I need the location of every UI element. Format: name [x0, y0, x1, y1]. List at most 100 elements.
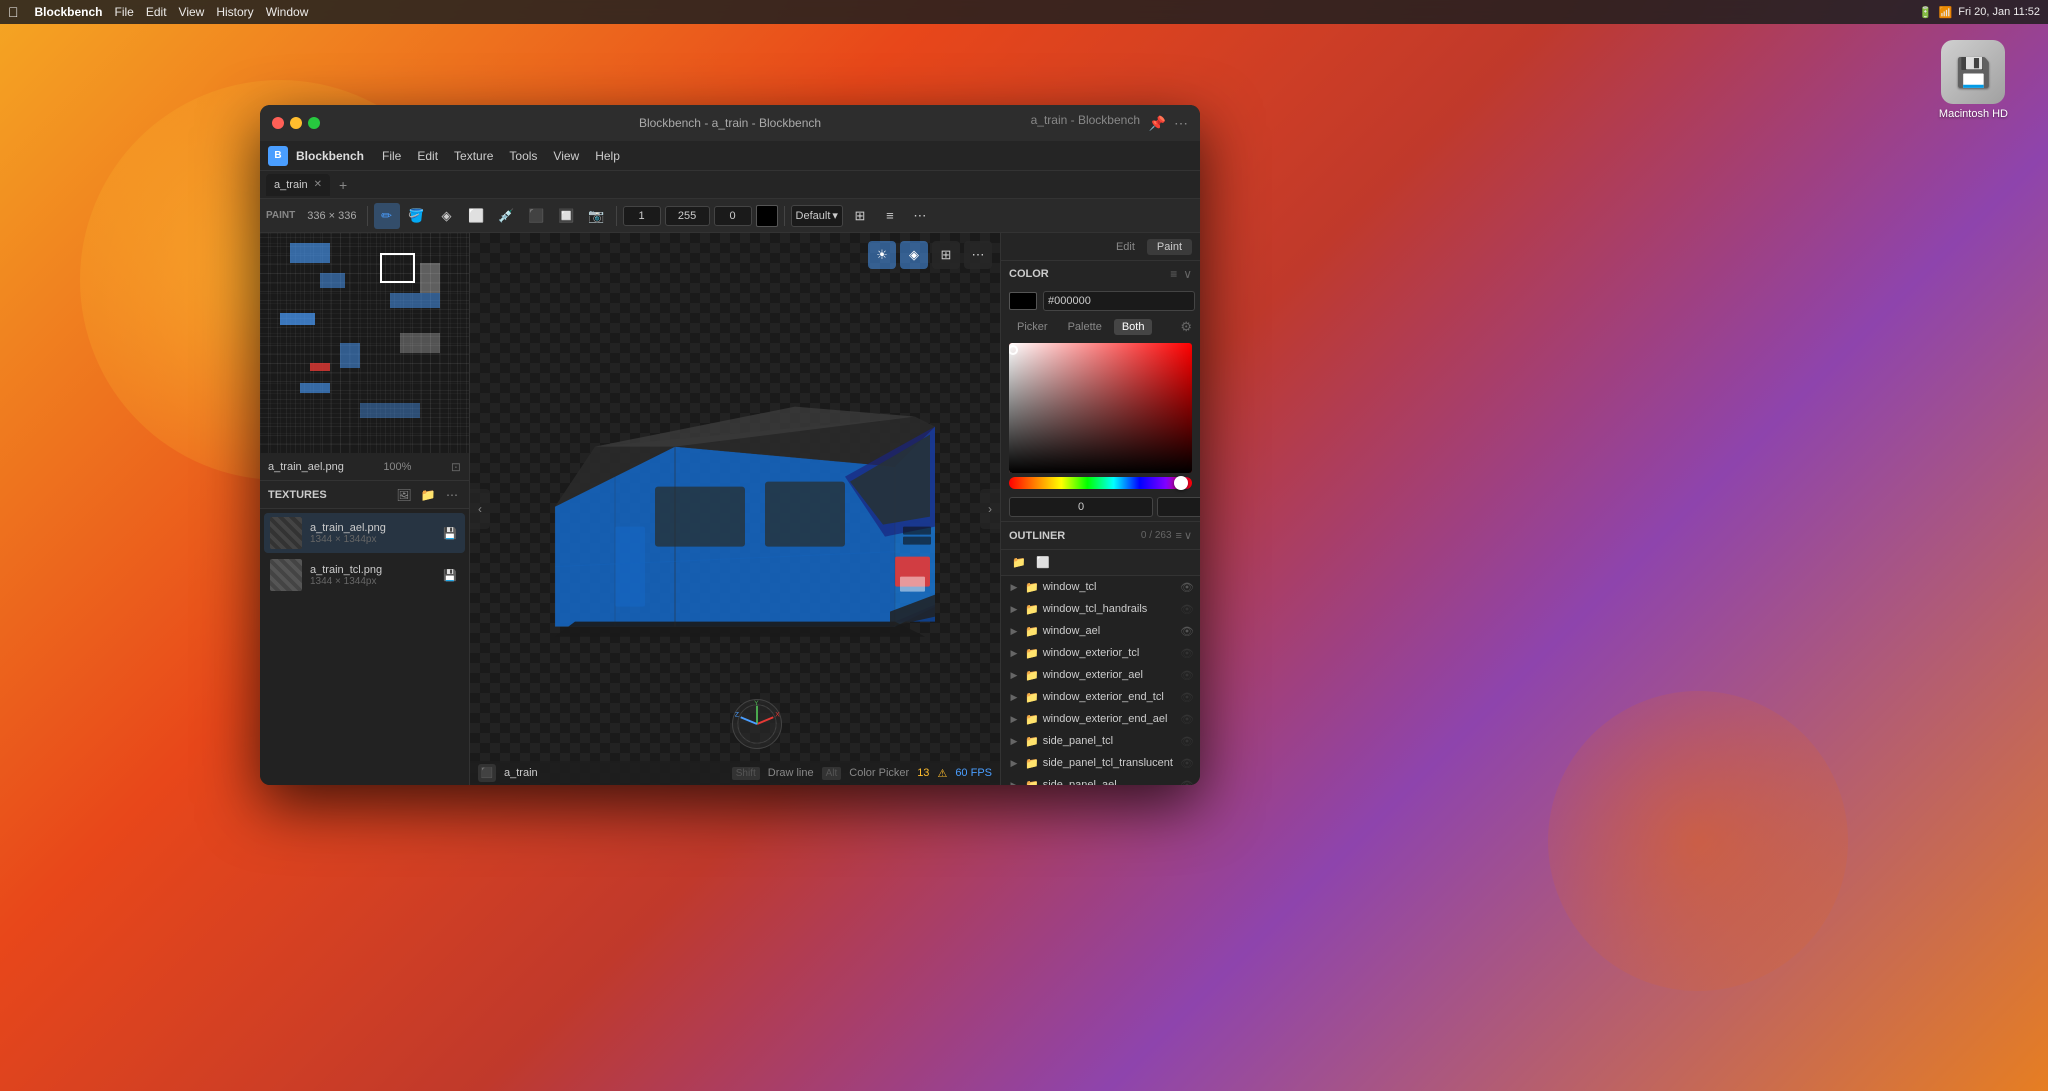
texture-action-save-0[interactable]: 💾: [441, 524, 459, 542]
app-menu-tools[interactable]: Tools: [503, 147, 543, 165]
nav-right-arrow[interactable]: ›: [980, 489, 1000, 529]
color-section-expand[interactable]: ∨: [1183, 267, 1192, 281]
value-input[interactable]: [714, 206, 752, 226]
picker-tab-picker[interactable]: Picker: [1009, 319, 1056, 335]
viewport-tool-wireframe[interactable]: ◈: [900, 241, 928, 269]
texture-fit-icon[interactable]: ⊡: [451, 460, 461, 474]
maximize-button[interactable]: [308, 117, 320, 129]
color-swatch[interactable]: [756, 205, 778, 227]
apple-menu[interactable]: : [8, 4, 19, 20]
more-icon[interactable]: ⋯: [1174, 115, 1188, 132]
expand-icon-5[interactable]: ▶: [1007, 690, 1021, 704]
minimize-button[interactable]: [290, 117, 302, 129]
menubar-history[interactable]: History: [216, 5, 253, 19]
picker-tab-both[interactable]: Both: [1114, 319, 1153, 335]
texture-item-1[interactable]: a_train_tcl.png 1344 × 1344px 💾: [264, 555, 465, 595]
texture-action-save-1[interactable]: 💾: [441, 566, 459, 584]
picker-tab-palette[interactable]: Palette: [1060, 319, 1110, 335]
pin-icon[interactable]: 📌: [1149, 115, 1166, 132]
outliner-tool-btn-cube[interactable]: ⬜: [1033, 553, 1053, 573]
outliner-eye-9[interactable]: 👁: [1180, 779, 1194, 786]
texture-canvas[interactable]: [260, 233, 469, 453]
color-hex-input[interactable]: [1043, 291, 1195, 311]
color-preview[interactable]: [1009, 292, 1037, 310]
tool-fill[interactable]: 🪣: [404, 203, 430, 229]
tool-color-picker[interactable]: 💉: [494, 203, 520, 229]
outliner-eye-1[interactable]: 👁: [1180, 603, 1194, 616]
viewport-tool-light[interactable]: ☀: [868, 241, 896, 269]
menubar-edit[interactable]: Edit: [146, 5, 167, 19]
tool-stamp[interactable]: 🔲: [554, 203, 580, 229]
texture-add-image-btn[interactable]: 🖼: [395, 486, 413, 504]
picker-settings-gear[interactable]: ⚙: [1180, 319, 1192, 335]
rgb-r-input[interactable]: [1009, 497, 1153, 517]
menubar-app-name[interactable]: Blockbench: [35, 5, 103, 19]
rgb-g-input[interactable]: [1157, 497, 1200, 517]
brush-size-input[interactable]: [623, 206, 661, 226]
expand-icon-9[interactable]: ▶: [1007, 778, 1021, 785]
menubar-view[interactable]: View: [179, 5, 205, 19]
expand-icon-7[interactable]: ▶: [1007, 734, 1021, 748]
outliner-item-0[interactable]: ▶ 📁 window_tcl 👁: [1001, 576, 1200, 598]
viewport[interactable]: ☀ ◈ ⊞ ⋯ X Y: [470, 233, 1000, 785]
tab-paint[interactable]: Paint: [1147, 239, 1192, 255]
tool-selection[interactable]: ⬛: [524, 203, 550, 229]
xyz-globe[interactable]: X Y Z: [732, 699, 782, 749]
viewport-tool-grid[interactable]: ⊞: [932, 241, 960, 269]
outliner-tool-btn-folder[interactable]: 📁: [1009, 553, 1029, 573]
hue-bar-container[interactable]: [1009, 477, 1192, 489]
tool-camera[interactable]: 📷: [584, 203, 610, 229]
expand-icon-4[interactable]: ▶: [1007, 668, 1021, 682]
outliner-menu-icon[interactable]: ≡: [1176, 530, 1182, 542]
list-view-btn[interactable]: ≡: [877, 203, 903, 229]
expand-icon-1[interactable]: ▶: [1007, 602, 1021, 616]
outliner-eye-7[interactable]: 👁: [1180, 735, 1194, 748]
grid-view-btn[interactable]: ⊞: [847, 203, 873, 229]
textures-menu-btn[interactable]: ⋯: [443, 486, 461, 504]
viewport-tool-options[interactable]: ⋯: [964, 241, 992, 269]
expand-icon-6[interactable]: ▶: [1007, 712, 1021, 726]
app-menu-texture[interactable]: Texture: [448, 147, 499, 165]
outliner-item-6[interactable]: ▶ 📁 window_exterior_end_ael 👁: [1001, 708, 1200, 730]
outliner-item-4[interactable]: ▶ 📁 window_exterior_ael 👁: [1001, 664, 1200, 686]
expand-icon-3[interactable]: ▶: [1007, 646, 1021, 660]
tab-close-btn[interactable]: ✕: [314, 179, 322, 190]
tab-edit[interactable]: Edit: [1106, 239, 1145, 255]
color-picker-gradient[interactable]: [1009, 343, 1192, 473]
outliner-eye-4[interactable]: 👁: [1180, 669, 1194, 682]
more-options-btn[interactable]: ⋯: [907, 203, 933, 229]
texture-add-btn[interactable]: 📁: [419, 486, 437, 504]
menubar-window[interactable]: Window: [266, 5, 309, 19]
outliner-eye-8[interactable]: 👁: [1180, 757, 1194, 770]
outliner-eye-0[interactable]: 👁: [1180, 581, 1194, 594]
tool-eraser[interactable]: ⬜: [464, 203, 490, 229]
expand-icon-0[interactable]: ▶: [1007, 580, 1021, 594]
close-button[interactable]: [272, 117, 284, 129]
outliner-expand-icon[interactable]: ∨: [1184, 529, 1192, 542]
texture-item-0[interactable]: a_train_ael.png 1344 × 1344px 💾: [264, 513, 465, 553]
nav-left-arrow[interactable]: ‹: [470, 489, 490, 529]
app-menu-file[interactable]: File: [376, 147, 407, 165]
outliner-item-2[interactable]: ▶ 📁 window_ael 👁: [1001, 620, 1200, 642]
expand-icon-2[interactable]: ▶: [1007, 624, 1021, 638]
tool-pencil[interactable]: ✏: [374, 203, 400, 229]
outliner-item-7[interactable]: ▶ 📁 side_panel_tcl 👁: [1001, 730, 1200, 752]
tab-add-button[interactable]: +: [334, 176, 352, 194]
outliner-eye-3[interactable]: 👁: [1180, 647, 1194, 660]
outliner-item-9[interactable]: ▶ 📁 side_panel_ael 👁: [1001, 774, 1200, 785]
outliner-eye-5[interactable]: 👁: [1180, 691, 1194, 704]
outliner-item-5[interactable]: ▶ 📁 window_exterior_end_tcl 👁: [1001, 686, 1200, 708]
expand-icon-8[interactable]: ▶: [1007, 756, 1021, 770]
app-menu-edit[interactable]: Edit: [411, 147, 444, 165]
tab-a-train[interactable]: a_train ✕: [266, 174, 330, 196]
outliner-item-1[interactable]: ▶ 📁 window_tcl_handrails 👁: [1001, 598, 1200, 620]
outliner-item-3[interactable]: ▶ 📁 window_exterior_tcl 👁: [1001, 642, 1200, 664]
menubar-file[interactable]: File: [115, 5, 134, 19]
app-menu-view[interactable]: View: [547, 147, 585, 165]
outliner-eye-2[interactable]: 👁: [1180, 625, 1194, 638]
opacity-input[interactable]: [665, 206, 710, 226]
desktop-icon-macintosh-hd[interactable]: 💾 Macintosh HD: [1939, 40, 2008, 120]
tool-gradient[interactable]: ◈: [434, 203, 460, 229]
app-menu-help[interactable]: Help: [589, 147, 626, 165]
color-section-menu[interactable]: ≡: [1170, 267, 1177, 281]
